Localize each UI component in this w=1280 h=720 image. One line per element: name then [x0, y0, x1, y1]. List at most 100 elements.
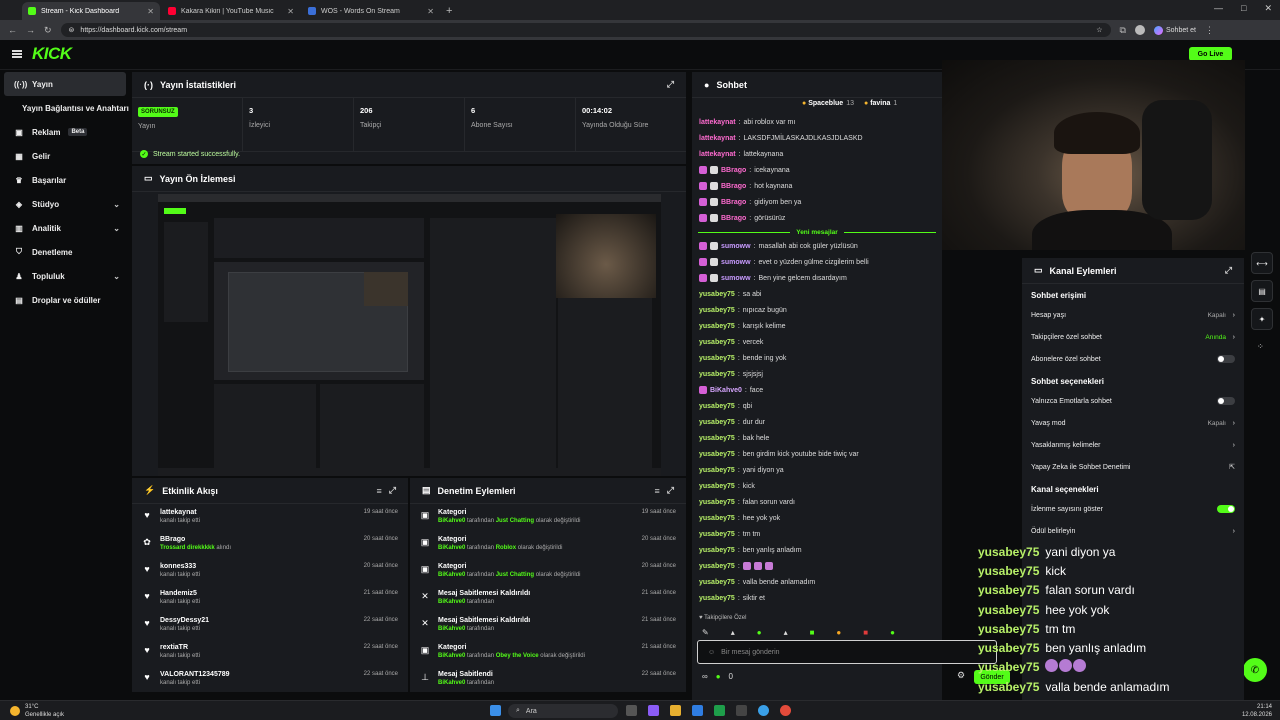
- channel-action-row[interactable]: Ödül belirleyin ›: [1022, 520, 1244, 542]
- chat-username[interactable]: yusabey75: [699, 339, 735, 346]
- chat-username[interactable]: BiKahve0: [710, 387, 742, 394]
- channel-action-row[interactable]: Abonelere özel sohbet: [1022, 348, 1244, 370]
- chat-username[interactable]: yusabey75: [699, 595, 735, 602]
- sidebar-item[interactable]: ▣ Reklam Beta: [0, 120, 130, 144]
- menu-dots-icon[interactable]: ⋮: [1205, 25, 1214, 36]
- chat-username[interactable]: BBrago: [721, 183, 746, 190]
- stream-preview-video[interactable]: [158, 194, 661, 476]
- chat-username[interactable]: sumoww: [721, 275, 751, 282]
- chat-message[interactable]: yusabey75: karışık kelime: [692, 318, 942, 334]
- channel-action-row[interactable]: Yapay Zeka ile Sohbet Denetimi ⇱: [1022, 456, 1244, 478]
- chat-username[interactable]: sumoww: [721, 259, 751, 266]
- panel-button[interactable]: ▤: [1251, 280, 1273, 302]
- chat-username[interactable]: yusabey75: [699, 515, 735, 522]
- chat-username[interactable]: yusabey75: [699, 579, 735, 586]
- tab-close-icon[interactable]: ✕: [427, 7, 434, 16]
- chat-username[interactable]: BBrago: [721, 199, 746, 206]
- chat-username[interactable]: yusabey75: [699, 483, 735, 490]
- taskbar-search[interactable]: ⌕ Ara: [508, 704, 618, 718]
- sidebar-item[interactable]: ⛉ Denetleme: [0, 240, 130, 264]
- chat-username[interactable]: yusabey75: [699, 403, 735, 410]
- chat-message[interactable]: BBrago: gidiyom ben ya: [692, 194, 942, 210]
- minimize-icon[interactable]: —: [1214, 3, 1223, 14]
- chat-username[interactable]: yusabey75: [699, 547, 735, 554]
- taskbar-clock[interactable]: 21:14 12.08.2026: [1242, 703, 1272, 719]
- channel-action-row[interactable]: Yasaklanmış kelimeler ›: [1022, 434, 1244, 456]
- new-tab-button[interactable]: +: [446, 5, 452, 20]
- chat-message[interactable]: lattekaynat: lattekaynana: [692, 146, 942, 162]
- chat-message[interactable]: lattekaynat: LAKSDFJMİLASKAJDLKASJDLASKD: [692, 130, 942, 146]
- activity-user[interactable]: lattekaynat: [160, 509, 356, 516]
- tab-close-icon[interactable]: ✕: [147, 7, 154, 16]
- sidebar-item[interactable]: ▥ Analitik ⌄: [0, 216, 130, 240]
- channel-action-row[interactable]: Yalnızca Emotlarla sohbet: [1022, 390, 1244, 412]
- chat-message[interactable]: yusabey75: ben girdim kick youtube bide t…: [692, 446, 942, 462]
- activity-user[interactable]: BBrago: [160, 536, 356, 543]
- chat-username[interactable]: lattekaynat: [699, 151, 736, 158]
- emote-icon[interactable]: ☺: [708, 649, 715, 656]
- chat-username[interactable]: yusabey75: [699, 451, 735, 458]
- channel-action-row[interactable]: Hesap yaşı Kapalı ›: [1022, 304, 1244, 326]
- layout-toggle-button[interactable]: ⟷: [1251, 252, 1273, 274]
- edge-icon[interactable]: [758, 705, 769, 716]
- weather-widget[interactable]: 31°C Genellikle açık: [10, 703, 64, 719]
- chat-message[interactable]: yusabey75: siktir et: [692, 590, 942, 606]
- chat-message[interactable]: sumoww: Ben yine gelcem dısardayım: [692, 270, 942, 286]
- chat-input[interactable]: ☺ Bir mesaj gönderin: [697, 640, 997, 664]
- chat-settings-icon[interactable]: ∞: [702, 672, 708, 681]
- chat-message[interactable]: BBrago: hot kaynana: [692, 178, 942, 194]
- close-icon[interactable]: ✕: [1264, 3, 1272, 14]
- chat-message[interactable]: yusabey75: tm tm: [692, 526, 942, 542]
- top-chatter[interactable]: ● Spaceblue 13: [802, 100, 854, 107]
- chat-message[interactable]: yusabey75: yani diyon ya: [692, 462, 942, 478]
- sidebar-item[interactable]: ♛ Başarılar: [0, 168, 130, 192]
- chat-message[interactable]: sumoww: evet o yüzden gülme cizgilerim be…: [692, 254, 942, 270]
- tab-close-icon[interactable]: ✕: [287, 7, 294, 16]
- chat-message[interactable]: yusabey75: sa abi: [692, 286, 942, 302]
- filter-icon[interactable]: ≡: [655, 486, 660, 496]
- kick-logo[interactable]: KICK: [32, 44, 72, 64]
- chat-username[interactable]: BBrago: [721, 215, 746, 222]
- chat-message[interactable]: yusabey75: valla bende anlamadım: [692, 574, 942, 590]
- chat-username[interactable]: yusabey75: [699, 419, 735, 426]
- chat-message[interactable]: yusabey75: bende ing yok: [692, 350, 942, 366]
- browser-tab[interactable]: WOS - Words On Stream ✕: [302, 2, 440, 20]
- sidebar-item[interactable]: ◈ Stüdyo ⌄: [0, 192, 130, 216]
- chat-message[interactable]: yusabey75: sjsjsjsj: [692, 366, 942, 382]
- back-icon[interactable]: ←: [8, 25, 17, 35]
- hamburger-menu-icon[interactable]: [12, 50, 22, 58]
- chat-message[interactable]: lattekaynat: abi roblox var mı: [692, 114, 942, 130]
- channel-action-row[interactable]: İzlenme sayısını göster: [1022, 498, 1244, 520]
- sidebar-item[interactable]: Yayın Bağlantısı ve Anahtarı: [0, 96, 130, 120]
- chat-message[interactable]: sumoww: masallah abi cok güler yüzlüsün: [692, 238, 942, 254]
- sidebar-item[interactable]: ▦ Gelir: [0, 144, 130, 168]
- chat-message[interactable]: yusabey75: hee yok yok: [692, 510, 942, 526]
- chat-username[interactable]: yusabey75: [699, 371, 735, 378]
- bookmark-star-icon[interactable]: ☆: [1096, 26, 1102, 34]
- browser-tab[interactable]: Kakara Kikiri | YouTube Music ✕: [162, 2, 300, 20]
- chat-username[interactable]: yusabey75: [699, 435, 735, 442]
- gear-icon[interactable]: ⚙: [957, 670, 965, 681]
- chat-message[interactable]: BiKahve0: face: [692, 382, 942, 398]
- extensions-icon[interactable]: ⧉: [1120, 25, 1126, 36]
- chat-username[interactable]: yusabey75: [699, 531, 735, 538]
- profile-avatar[interactable]: [1134, 25, 1145, 35]
- browser-chat-button[interactable]: Sohbet et: [1153, 25, 1196, 35]
- chat-username[interactable]: yusabey75: [699, 291, 735, 298]
- chat-username[interactable]: yusabey75: [699, 355, 735, 362]
- chat-username[interactable]: BBrago: [721, 167, 746, 174]
- start-icon[interactable]: [490, 705, 501, 716]
- activity-user[interactable]: DessyDessy21: [160, 617, 356, 624]
- chat-username[interactable]: yusabey75: [699, 323, 735, 330]
- go-live-button[interactable]: Go Live: [1189, 47, 1232, 61]
- chat-username[interactable]: yusabey75: [699, 467, 735, 474]
- chat-message[interactable]: BBrago: icekaynana: [692, 162, 942, 178]
- chat-username[interactable]: lattekaynat: [699, 135, 736, 142]
- more-icon[interactable]: ⁘: [1257, 342, 1264, 351]
- toggle-switch[interactable]: [1217, 355, 1235, 363]
- activity-user[interactable]: Handemiz5: [160, 590, 356, 597]
- file-explorer-icon[interactable]: [670, 705, 681, 716]
- chat-message[interactable]: yusabey75:: [692, 558, 942, 574]
- expand-icon[interactable]: ⤢: [389, 485, 396, 496]
- store-icon[interactable]: [692, 705, 703, 716]
